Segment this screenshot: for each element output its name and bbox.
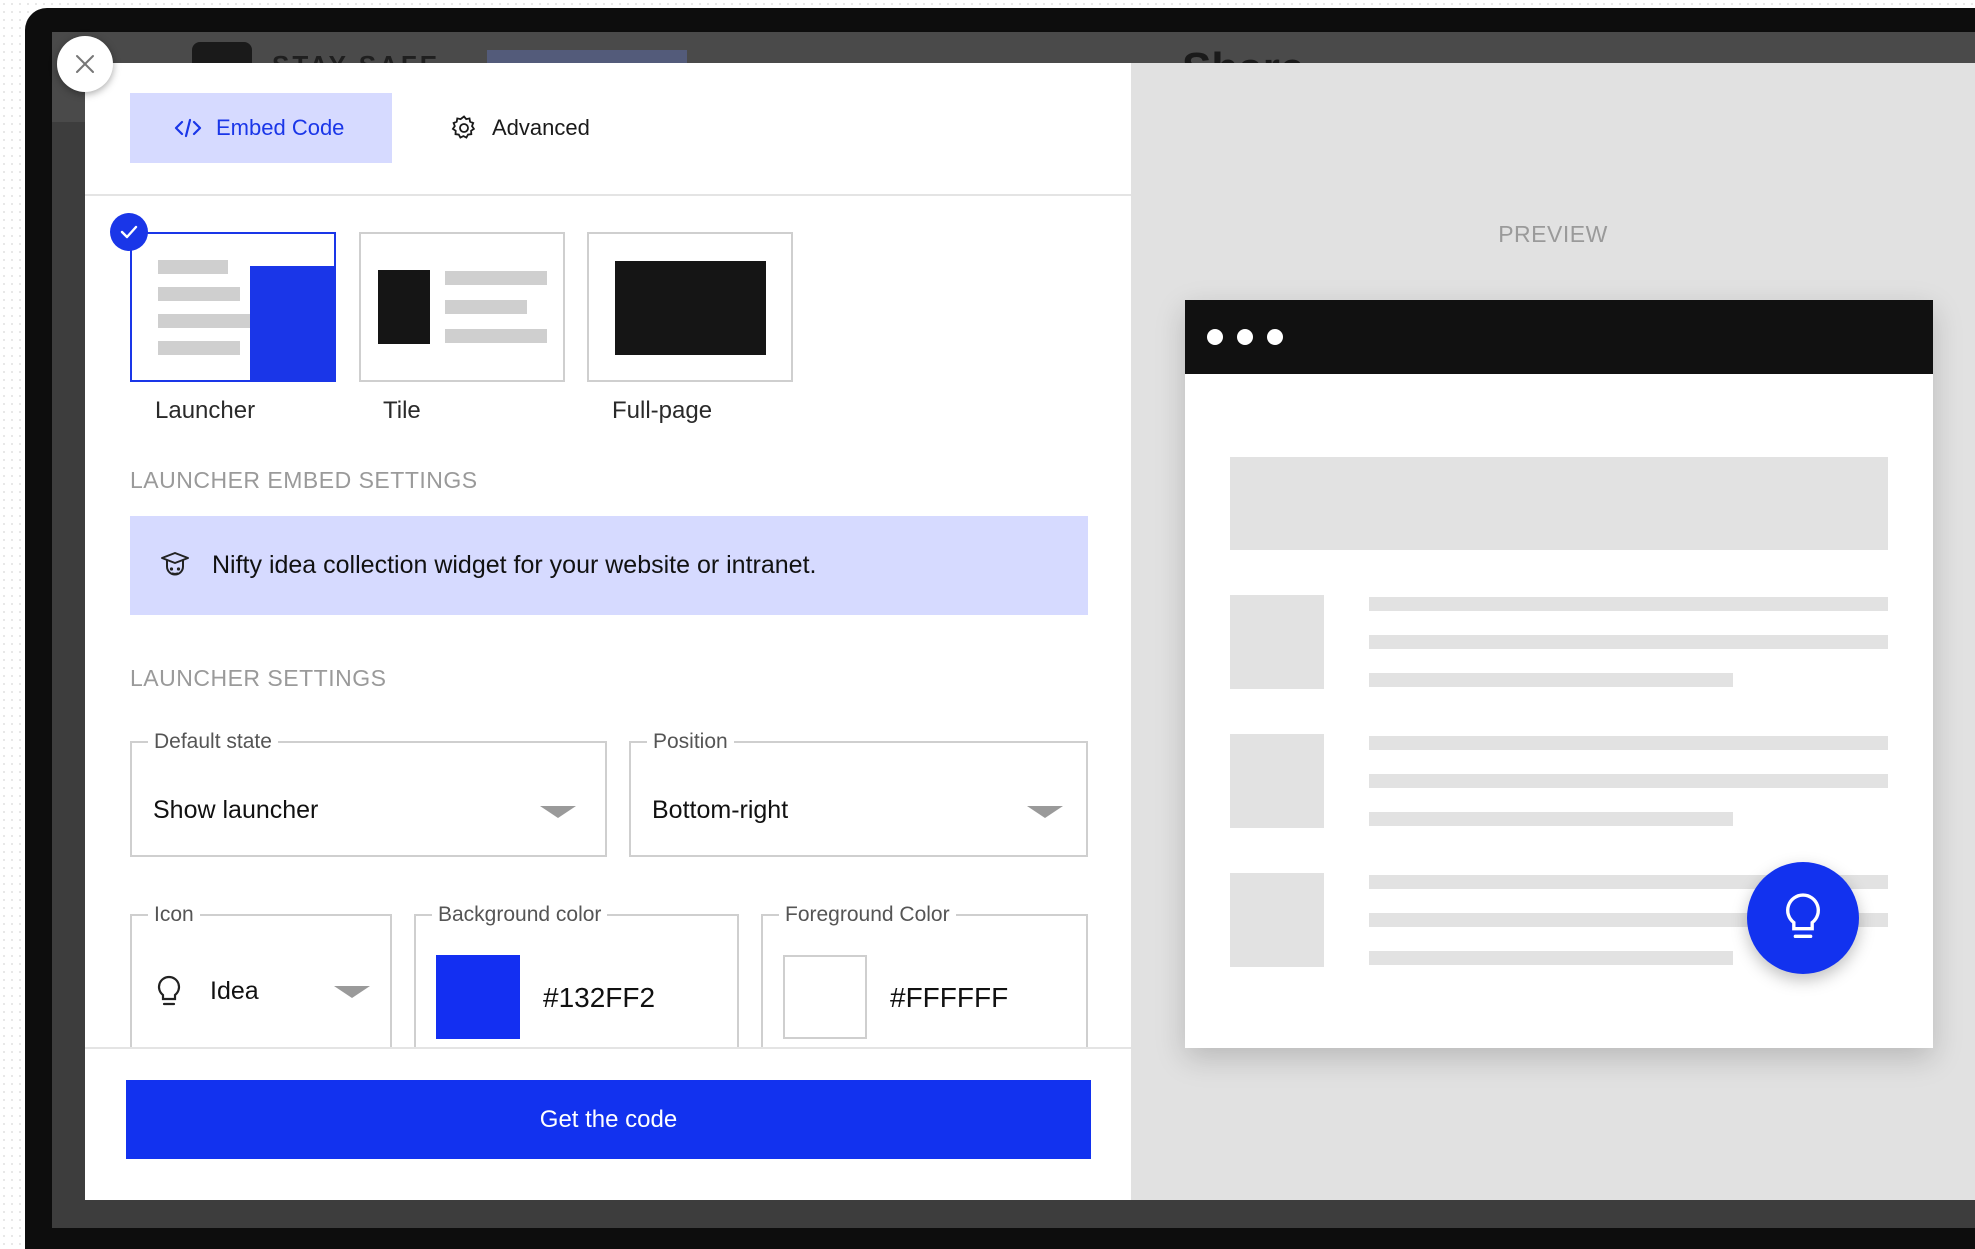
position-select[interactable]: Position Bottom-right xyxy=(629,730,1088,857)
selected-check-icon xyxy=(110,213,148,251)
icon-label: Icon xyxy=(154,903,194,926)
chevron-down-icon xyxy=(1027,806,1063,818)
lightbulb-icon xyxy=(1786,893,1820,939)
preview-thumb-placeholder xyxy=(1230,873,1324,967)
background-color-swatch[interactable] xyxy=(436,955,520,1039)
background-color-value: #132FF2 xyxy=(543,982,656,1013)
browser-dot xyxy=(1237,329,1253,345)
launcher-settings-heading: LAUNCHER SETTINGS xyxy=(130,665,387,691)
info-banner-text: Nifty idea collection widget for your we… xyxy=(212,551,817,579)
foreground-color-swatch[interactable] xyxy=(783,955,867,1039)
browser-dot xyxy=(1207,329,1223,345)
chevron-down-icon xyxy=(540,806,576,818)
get-code-button[interactable]: Get the code xyxy=(126,1080,1091,1159)
preview-browser xyxy=(1185,300,1933,1048)
preview-panel: PREVIEW xyxy=(1131,63,1975,1200)
browser-dot xyxy=(1267,329,1283,345)
preview-launcher-button[interactable] xyxy=(1747,862,1859,974)
position-value: Bottom-right xyxy=(652,796,789,824)
embed-type-launcher[interactable] xyxy=(130,232,336,382)
launcher-preview-block xyxy=(250,266,334,380)
tab-advanced-label: Advanced xyxy=(492,115,590,140)
chevron-down-icon xyxy=(334,986,370,998)
close-icon xyxy=(76,55,94,73)
settings-panel: Embed Code Advanced Launcher Tile Full-p… xyxy=(85,63,1131,1200)
default-state-label: Default state xyxy=(154,730,272,753)
embed-type-launcher-label: Launcher xyxy=(155,397,256,424)
tab-advanced[interactable]: Advanced xyxy=(450,93,590,163)
embed-type-tile[interactable] xyxy=(359,232,565,382)
preview-browser-bar xyxy=(1185,300,1933,374)
tab-embed-code-label: Embed Code xyxy=(216,115,345,140)
footer-divider xyxy=(85,1047,1131,1049)
default-state-select[interactable]: Default state Show launcher xyxy=(130,730,607,857)
preview-heading: PREVIEW xyxy=(1498,221,1608,247)
foreground-color-label: Foreground Color xyxy=(785,903,950,926)
lightbulb-icon xyxy=(157,975,181,1006)
foreground-color-value: #FFFFFF xyxy=(890,982,1009,1013)
embed-type-full-page[interactable] xyxy=(587,232,793,382)
background-color-label: Background color xyxy=(438,903,602,926)
info-banner: Nifty idea collection widget for your we… xyxy=(130,516,1088,615)
embed-modal: Embed Code Advanced Launcher Tile Full-p… xyxy=(85,63,1975,1200)
close-button[interactable] xyxy=(57,36,113,92)
graduate-icon xyxy=(161,551,189,575)
tab-divider xyxy=(85,194,1131,196)
tab-embed-code[interactable]: Embed Code xyxy=(130,93,392,163)
preview-thumb-placeholder xyxy=(1230,734,1324,828)
gear-icon xyxy=(451,115,476,139)
preview-hero-placeholder xyxy=(1230,457,1888,550)
launcher-embed-settings-heading: LAUNCHER EMBED SETTINGS xyxy=(130,467,478,493)
code-icon xyxy=(174,118,202,138)
icon-value: Idea xyxy=(210,977,259,1005)
embed-type-full-page-label: Full-page xyxy=(612,397,713,424)
position-label: Position xyxy=(653,730,728,753)
default-state-value: Show launcher xyxy=(153,796,319,824)
preview-thumb-placeholder xyxy=(1230,595,1324,689)
embed-type-tile-label: Tile xyxy=(383,397,421,424)
